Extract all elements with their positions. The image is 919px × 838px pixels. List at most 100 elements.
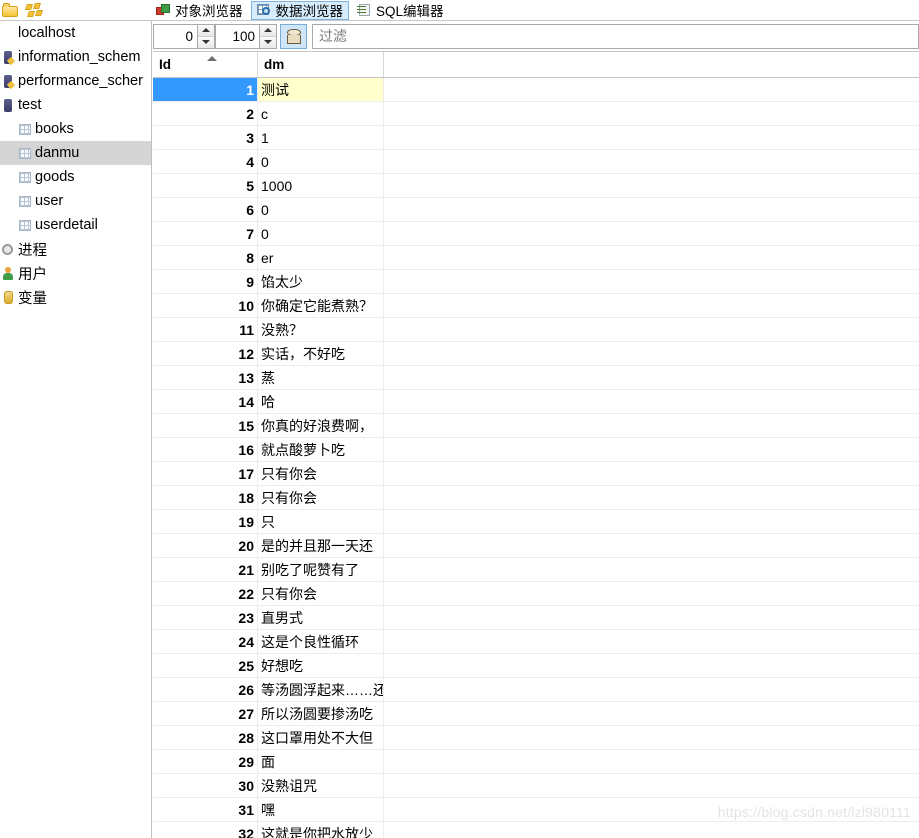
tree-item-processes[interactable]: 进程: [0, 237, 151, 261]
cell-id[interactable]: 10: [153, 294, 258, 317]
table-row[interactable]: 27 所以汤圆要掺汤吃: [153, 702, 919, 726]
table-row[interactable]: 10 你确定它能煮熟？: [153, 294, 919, 318]
cell-dm[interactable]: 好想吃: [258, 654, 384, 677]
cell-id[interactable]: 28: [153, 726, 258, 749]
table-row[interactable]: 60: [153, 198, 919, 222]
cell-id[interactable]: 18: [153, 486, 258, 509]
tab-sql-editor[interactable]: SQL编辑器: [351, 1, 450, 20]
cell-dm[interactable]: 0: [258, 150, 384, 173]
cell-id[interactable]: 32: [153, 822, 258, 838]
cell-dm[interactable]: 你确定它能煮熟？: [258, 294, 384, 317]
column-header-dm[interactable]: dm: [258, 52, 384, 77]
offset-decrement-button[interactable]: [198, 36, 214, 48]
table-row[interactable]: 16 就点酸萝卜吃: [153, 438, 919, 462]
cell-dm[interactable]: 这就是你把水放少: [258, 822, 384, 838]
table-row[interactable]: 31: [153, 126, 919, 150]
table-row[interactable]: 30 没熟诅咒: [153, 774, 919, 798]
cell-id[interactable]: 23: [153, 606, 258, 629]
cell-dm[interactable]: 蒸: [258, 366, 384, 389]
cell-dm[interactable]: 这是个良性循环: [258, 630, 384, 653]
cell-id[interactable]: 12: [153, 342, 258, 365]
cell-id[interactable]: 13: [153, 366, 258, 389]
tab-data-browser[interactable]: 数据浏览器: [250, 0, 349, 20]
cell-dm[interactable]: 哈: [258, 390, 384, 413]
table-row[interactable]: 17 只有你会: [153, 462, 919, 486]
tree-item-goods[interactable]: goods: [0, 165, 151, 189]
tree-item-variables[interactable]: 变量: [0, 285, 151, 309]
table-row[interactable]: 9 馅太少: [153, 270, 919, 294]
cell-id[interactable]: 1: [153, 78, 258, 101]
table-row[interactable]: 29 面: [153, 750, 919, 774]
cell-id[interactable]: 24: [153, 630, 258, 653]
table-row[interactable]: 11 没熟？: [153, 318, 919, 342]
tree-item-books[interactable]: books: [0, 117, 151, 141]
cell-dm[interactable]: 面: [258, 750, 384, 773]
cell-id[interactable]: 27: [153, 702, 258, 725]
cell-dm[interactable]: 这口罩用处不大但: [258, 726, 384, 749]
cell-dm[interactable]: 只有你会: [258, 462, 384, 485]
cell-dm[interactable]: 嘿: [258, 798, 384, 821]
table-row[interactable]: 25 好想吃: [153, 654, 919, 678]
table-row[interactable]: 22 只有你会: [153, 582, 919, 606]
table-row[interactable]: 8 er: [153, 246, 919, 270]
tab-object-browser[interactable]: 对象浏览器: [150, 1, 249, 20]
object-tree-sidebar[interactable]: localhost information_schem performance_…: [0, 21, 152, 838]
table-row[interactable]: 40: [153, 150, 919, 174]
cell-dm[interactable]: 别吃了呢赞有了: [258, 558, 384, 581]
cell-dm[interactable]: c: [258, 102, 384, 125]
table-row[interactable]: 2c: [153, 102, 919, 126]
cell-id[interactable]: 7: [153, 222, 258, 245]
table-row[interactable]: 21 别吃了呢赞有了: [153, 558, 919, 582]
limit-input[interactable]: 100: [215, 23, 260, 49]
tree-item-userdetail[interactable]: userdetail: [0, 213, 151, 237]
limit-decrement-button[interactable]: [260, 36, 276, 48]
cell-dm[interactable]: 没熟？: [258, 318, 384, 341]
cell-dm[interactable]: 你真的好浪费啊，: [258, 414, 384, 437]
cell-id[interactable]: 15: [153, 414, 258, 437]
column-header-id[interactable]: Id: [153, 52, 258, 77]
table-row[interactable]: 23 直男式: [153, 606, 919, 630]
cell-id[interactable]: 29: [153, 750, 258, 773]
table-row[interactable]: 19 只: [153, 510, 919, 534]
cell-dm[interactable]: 1000: [258, 174, 384, 197]
data-grid[interactable]: Id dm 1 测试 2 c 3 1 4 0 5 1000 6 0 7 0 8 er 9 馅太少 10 你确定它能煮熟…: [153, 52, 919, 838]
table-row[interactable]: 1 测试: [153, 78, 919, 102]
offset-increment-button[interactable]: [198, 24, 214, 37]
cell-id[interactable]: 5: [153, 174, 258, 197]
cell-id[interactable]: 19: [153, 510, 258, 533]
cell-dm[interactable]: 0: [258, 198, 384, 221]
table-row[interactable]: 13 蒸: [153, 366, 919, 390]
cell-dm[interactable]: 等汤圆浮起来……还: [258, 678, 384, 701]
cell-id[interactable]: 31: [153, 798, 258, 821]
table-row[interactable]: 12 实话，不好吃: [153, 342, 919, 366]
table-row[interactable]: 24 这是个良性循环: [153, 630, 919, 654]
cell-id[interactable]: 20: [153, 534, 258, 557]
cell-dm[interactable]: 只有你会: [258, 486, 384, 509]
cell-id[interactable]: 25: [153, 654, 258, 677]
cell-id[interactable]: 16: [153, 438, 258, 461]
limit-stepper[interactable]: 100: [215, 23, 277, 49]
cell-dm[interactable]: 馅太少: [258, 270, 384, 293]
offset-input[interactable]: 0: [153, 23, 198, 49]
cell-id[interactable]: 3: [153, 126, 258, 149]
cell-dm[interactable]: 是的并且那一天还: [258, 534, 384, 557]
tree-item-localhost[interactable]: localhost: [0, 21, 151, 45]
offset-stepper[interactable]: 0: [153, 23, 215, 49]
tree-item-performance-schema[interactable]: performance_scher: [0, 69, 151, 93]
cell-id[interactable]: 22: [153, 582, 258, 605]
cell-id[interactable]: 11: [153, 318, 258, 341]
cell-id[interactable]: 30: [153, 774, 258, 797]
cell-dm[interactable]: 只有你会: [258, 582, 384, 605]
filter-input[interactable]: 过滤: [312, 23, 919, 49]
cell-dm[interactable]: er: [258, 246, 384, 269]
cell-dm[interactable]: 直男式: [258, 606, 384, 629]
tree-item-information-schema[interactable]: information_schem: [0, 45, 151, 69]
cell-id[interactable]: 17: [153, 462, 258, 485]
cell-id[interactable]: 9: [153, 270, 258, 293]
cell-dm[interactable]: 所以汤圆要掺汤吃: [258, 702, 384, 725]
cell-dm[interactable]: 只: [258, 510, 384, 533]
table-row[interactable]: 26 等汤圆浮起来……还: [153, 678, 919, 702]
cell-dm[interactable]: 测试: [258, 78, 384, 101]
tree-item-user[interactable]: user: [0, 189, 151, 213]
tree-item-test[interactable]: test: [0, 93, 151, 117]
